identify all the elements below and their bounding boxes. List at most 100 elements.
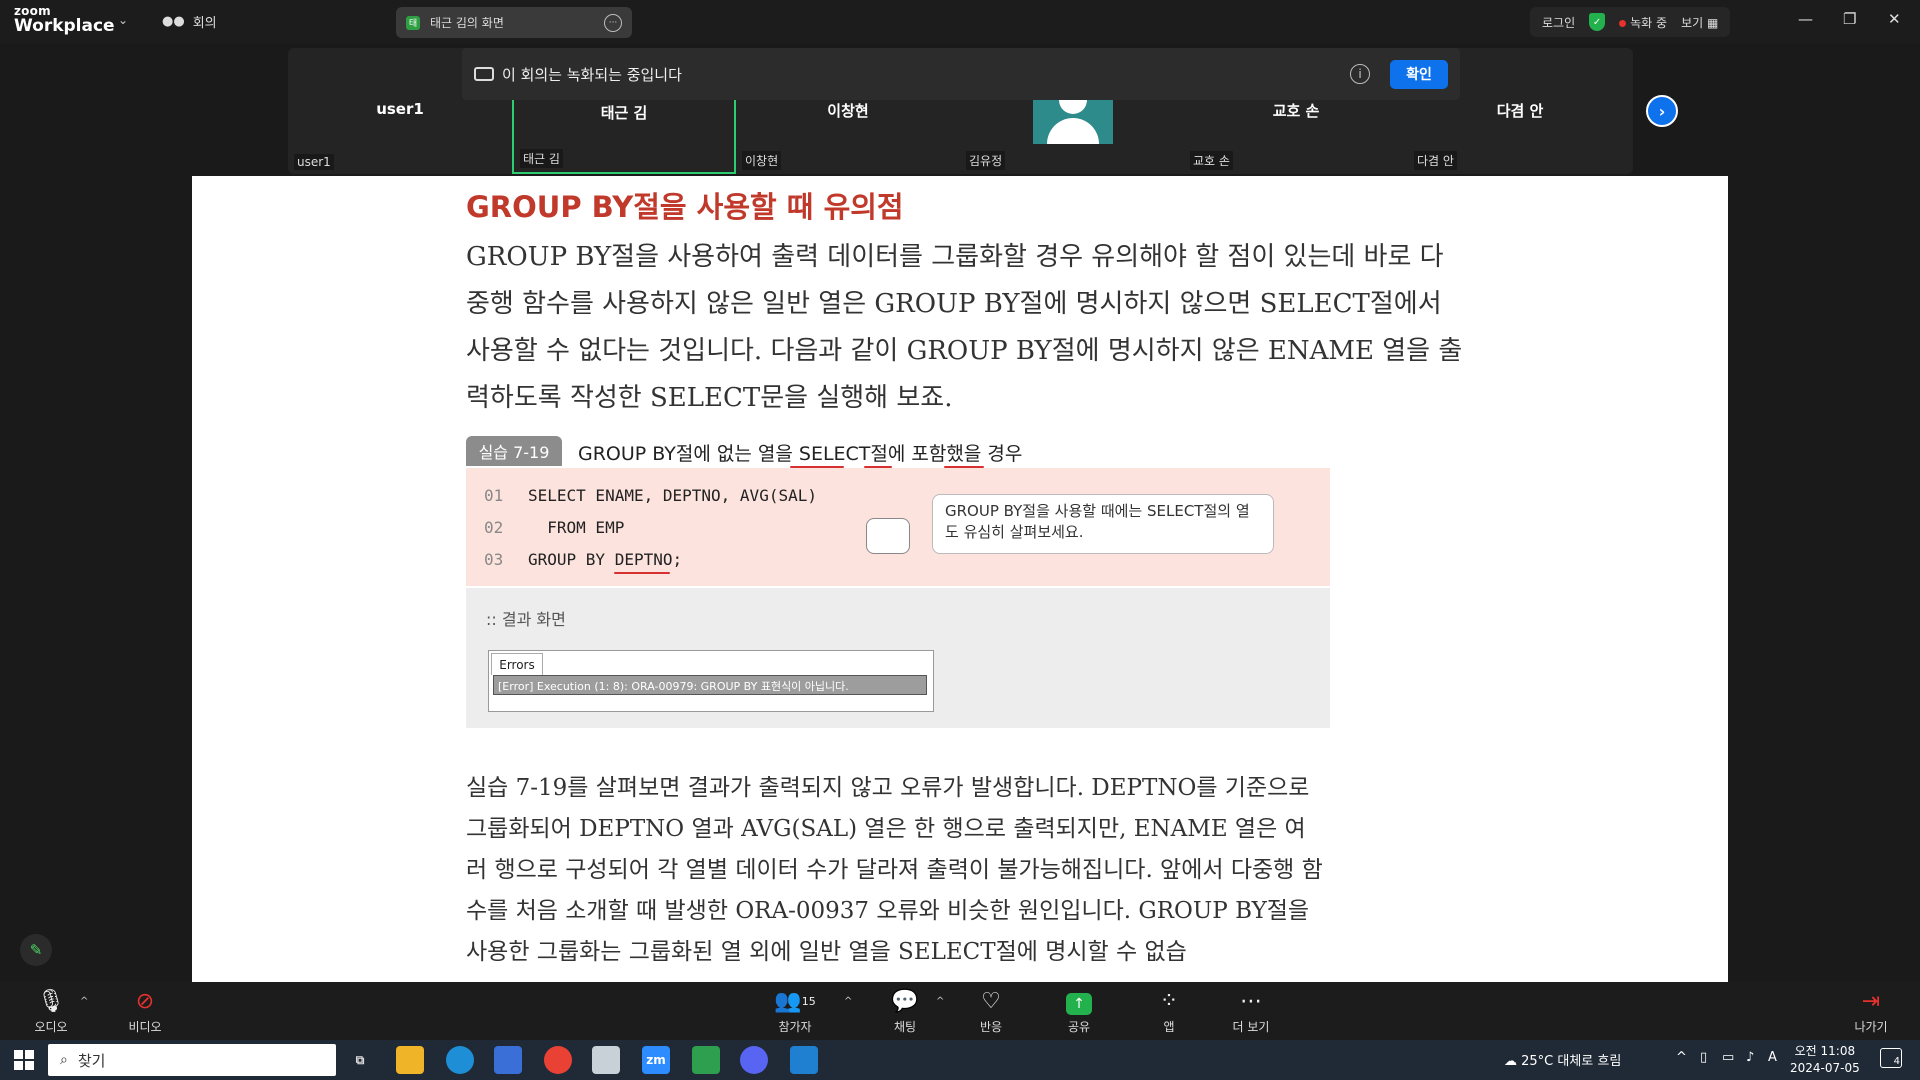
participants-button[interactable]: 👥15 참가자 — [760, 988, 830, 1035]
avatar-body — [1047, 118, 1099, 144]
login-button[interactable]: 로그인 — [1542, 14, 1575, 31]
store-icon[interactable] — [494, 1046, 522, 1074]
participant-label: 다겸 안 — [1414, 151, 1457, 170]
minimize-icon[interactable]: — — [1798, 10, 1813, 28]
meeting-controls: 🎙 오디오 ^ ⊘ 비디오 👥15 참가자 ^ 💬 채팅 ^ ♡ 반응 ↑ 공유… — [0, 982, 1920, 1040]
share-button[interactable]: ↑ 공유 — [1044, 988, 1114, 1035]
chat-icon: 💬 — [891, 989, 919, 1014]
chrome-icon[interactable] — [544, 1046, 572, 1074]
notification-center-icon[interactable]: 4 — [1880, 1048, 1902, 1068]
mascot-icon — [866, 518, 910, 554]
video-button[interactable]: ⊘ 비디오 — [110, 988, 180, 1035]
edge-browser-icon[interactable] — [446, 1046, 474, 1074]
clock-date: 2024-07-05 — [1790, 1061, 1860, 1075]
chat-label: 채팅 — [893, 1020, 917, 1034]
logo-big: Workplace — [14, 16, 115, 36]
error-message: [Error] Execution (1: 8): ORA-00979: GRO… — [493, 675, 927, 695]
example-badge: 실습 7-19 — [466, 436, 562, 466]
restore-icon[interactable]: ❐ — [1843, 10, 1856, 28]
audio-button[interactable]: 🎙 오디오 — [16, 988, 86, 1035]
leave-button[interactable]: ⇥ 나가기 — [1836, 988, 1906, 1035]
windows-start-icon[interactable] — [14, 1050, 34, 1070]
react-button[interactable]: ♡ 반응 — [956, 988, 1026, 1035]
tray-chevron-icon[interactable]: ^ — [1676, 1050, 1687, 1065]
video-label: 비디오 — [128, 1020, 162, 1034]
line-number: 02 — [484, 518, 504, 537]
search-icon: ⌕ — [60, 1052, 68, 1068]
encryption-shield-icon[interactable]: ✓ — [1589, 13, 1606, 31]
weather-text: 25°C 대체로 흐림 — [1521, 1054, 1622, 1069]
recording-status[interactable]: 녹화 중 — [1619, 14, 1667, 31]
heart-icon: ♡ — [981, 989, 1001, 1014]
chevron-right-icon: › — [1658, 101, 1666, 121]
confirm-button[interactable]: 확인 — [1390, 59, 1448, 89]
participant-name: 교호 손 — [1272, 102, 1320, 120]
video-off-icon: ⊘ — [135, 989, 155, 1014]
document-paragraph: 실습 7-19를 살펴보면 결과가 출력되지 않고 오류가 발생합니다. DEP… — [466, 775, 1323, 965]
info-icon[interactable]: i — [1350, 64, 1370, 84]
task-view-icon[interactable]: ⧉ — [346, 1046, 374, 1074]
screen-share-icon: 태 — [406, 15, 420, 30]
system-clock[interactable]: 오전 11:08 2024-07-05 — [1790, 1043, 1860, 1077]
close-icon[interactable]: ✕ — [1888, 10, 1901, 28]
media-app-icon[interactable] — [692, 1046, 720, 1074]
document-app-icon[interactable] — [592, 1046, 620, 1074]
title-bar: zoom Workplace ⌄ ●● 회의 태 태근 김의 화면 ··· 로그… — [0, 0, 1920, 44]
discord-icon[interactable] — [740, 1046, 768, 1074]
code-text: GROUP BY DEPTNO; — [528, 550, 683, 569]
annotation-mark — [614, 572, 670, 574]
more-button[interactable]: ⋯ 더 보기 — [1216, 988, 1286, 1035]
volume-icon[interactable]: ♪ — [1746, 1050, 1754, 1065]
ime-indicator[interactable]: A — [1768, 1050, 1777, 1065]
battery-icon[interactable]: ▯ — [1700, 1050, 1707, 1065]
document-paragraph: GROUP BY절을 사용하여 출력 데이터를 그룹화할 경우 유의해야 할 점… — [466, 242, 1463, 413]
leave-label: 나가기 — [1854, 1020, 1888, 1034]
chevron-down-icon[interactable]: ⌄ — [118, 13, 128, 27]
search-placeholder: 찾기 — [77, 1051, 106, 1070]
windows-taskbar: ⌕ 찾기 ⧉ zm ☁ 25°C 대체로 흐림 ^ ▯ ▭ ♪ A 오전 11:… — [0, 1040, 1920, 1080]
example-title: GROUP BY절에 없는 열을 SELECT절에 포함했을 경우 — [578, 443, 1023, 465]
zoom-app-icon[interactable]: zm — [642, 1046, 670, 1074]
file-explorer-icon[interactable] — [396, 1046, 424, 1074]
next-page-button[interactable]: › — [1646, 95, 1678, 127]
error-window: Errors [Error] Execution (1: 8): ORA-009… — [488, 650, 934, 712]
annotate-pencil-icon[interactable]: ✎ — [20, 934, 52, 966]
share-title: 태근 김의 화면 — [430, 16, 504, 30]
chat-button[interactable]: 💬 채팅 — [870, 988, 940, 1035]
audio-options-caret-icon[interactable]: ^ — [80, 996, 88, 1007]
view-button[interactable]: 보기 ▦ — [1681, 14, 1718, 31]
participant-label: 이창현 — [742, 151, 782, 170]
code-block: 01 SELECT ENAME, DEPTNO, AVG(SAL) 02 FROM… — [466, 468, 1330, 586]
meeting-label: 회의 — [192, 16, 217, 31]
weather-widget[interactable]: ☁ 25°C 대체로 흐림 — [1504, 1050, 1621, 1069]
participant-count: 15 — [801, 995, 816, 1008]
more-label: 더 보기 — [1232, 1020, 1270, 1034]
top-right-controls: 로그인 ✓ 녹화 중 보기 ▦ — [1530, 7, 1731, 37]
meeting-menu[interactable]: ●● 회의 — [162, 12, 217, 31]
participants-icon: 👥15 — [774, 989, 816, 1014]
participant-label: 태근 김 — [520, 149, 563, 168]
participant-label: 교호 손 — [1190, 151, 1233, 170]
view-label: 보기 — [1681, 15, 1704, 30]
share-title-pill[interactable]: 태 태근 김의 화면 ··· — [396, 7, 632, 38]
share-label: 공유 — [1067, 1020, 1091, 1034]
apps-button[interactable]: ⁘ 앱 — [1134, 988, 1204, 1035]
participant-name: user1 — [376, 100, 424, 118]
code-line: 03 GROUP BY DEPTNO; — [484, 550, 682, 569]
notification-count: 4 — [1893, 1056, 1900, 1067]
clock-time: 오전 11:08 — [1794, 1044, 1856, 1058]
zoom-logo: zoom Workplace — [14, 5, 115, 35]
more-dots-icon: ⋯ — [1240, 989, 1262, 1014]
photos-app-icon[interactable] — [790, 1046, 818, 1074]
line-number: 01 — [484, 486, 504, 505]
more-options-icon[interactable]: ··· — [604, 13, 622, 32]
recording-dot-icon — [1619, 19, 1627, 27]
participants-label: 참가자 — [778, 1020, 812, 1034]
chat-options-caret-icon[interactable]: ^ — [936, 996, 944, 1007]
code-text: SELECT ENAME, DEPTNO, AVG(SAL) — [528, 486, 817, 505]
participant-label: user1 — [294, 154, 334, 170]
network-icon[interactable]: ▭ — [1722, 1050, 1734, 1065]
participants-options-caret-icon[interactable]: ^ — [844, 996, 852, 1007]
share-screen-icon: ↑ — [1066, 993, 1092, 1015]
taskbar-search[interactable]: ⌕ 찾기 — [48, 1044, 336, 1076]
